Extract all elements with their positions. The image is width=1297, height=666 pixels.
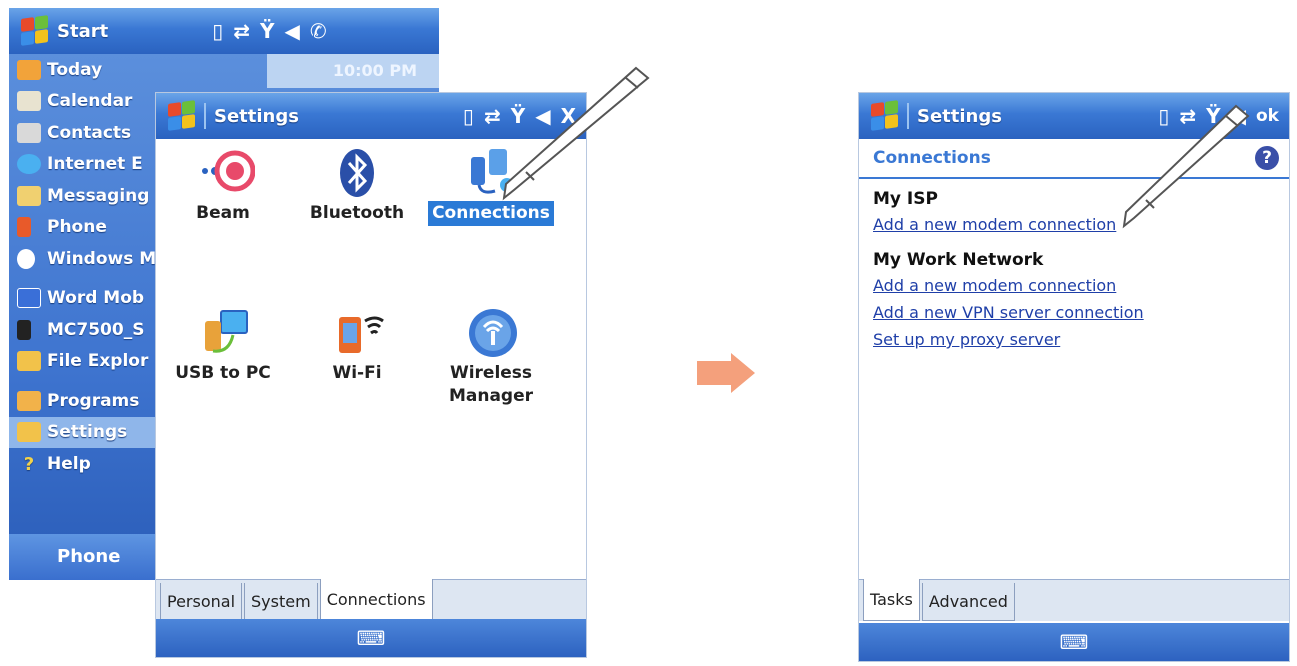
menu-item-word-mobile[interactable]: Word Mob [9,283,159,315]
beam-item[interactable]: Beam [156,147,290,226]
today-icon [17,59,41,80]
windows-media-icon [17,248,35,269]
menu-item-programs[interactable]: Programs [9,385,159,417]
windows-logo-icon[interactable] [19,15,49,46]
menu-item-file-explorer[interactable]: File Explor [9,346,159,378]
windows-logo-icon[interactable] [166,100,196,131]
my-work-network-section: My Work Network Add a new modem connecti… [859,238,1289,353]
help-icon[interactable]: ? [1255,146,1279,170]
tab-bar: Tasks Advanced [859,579,1289,621]
menu-item-contacts[interactable]: Contacts [9,117,159,149]
wireless-manager-label: Wireless Manager [448,363,534,406]
menu-item-label: Word Mob [47,288,145,309]
menu-item-label: Help [47,453,91,474]
menu-item-label: Calendar [47,91,133,112]
menu-item-phone[interactable]: Phone [9,212,159,244]
work-proxy-link[interactable]: Set up my proxy server [873,326,1289,353]
bottom-bar: ⌨ [859,623,1289,661]
beam-label: Beam [196,203,250,223]
start-menu-list: Today Calendar Contacts Internet E Messa… [9,54,159,480]
internet-explorer-icon [17,154,41,175]
bottom-bar: ⌨ [156,619,586,657]
tab-connections[interactable]: Connections [319,579,433,621]
usb-to-pc-icon [199,307,248,355]
menu-item-windows-media[interactable]: Windows M [9,243,159,275]
tab-tasks[interactable]: Tasks [863,579,920,621]
battery-icon[interactable]: ▯ [463,104,474,128]
work-add-vpn-link[interactable]: Add a new VPN server connection [873,299,1289,326]
menu-item-label: Programs [47,390,140,411]
connections-label: Connections [428,201,554,226]
battery-icon[interactable]: ▯ [212,19,223,43]
menu-item-label: Phone [47,217,107,238]
wireless-manager-item[interactable]: Wireless Manager [424,307,558,409]
contacts-icon [17,122,41,143]
connections-heading: Connections [873,148,991,168]
title-divider [204,103,206,129]
menu-item-mc7500[interactable]: MC7500_S [9,314,159,346]
settings-title: Settings [214,105,299,127]
word-mobile-icon [17,288,41,309]
calendar-icon [17,91,41,112]
menu-item-label: Messaging [47,185,150,206]
wireless-manager-icon [467,307,517,357]
start-titlebar: Start ▯ ⇄ Ÿ ◀ ✆ [9,8,439,54]
menu-item-messaging[interactable]: Messaging [9,180,159,212]
folder-icon [17,351,41,372]
phone-icon [17,217,31,238]
bluetooth-item[interactable]: Bluetooth [290,147,424,226]
wifi-icon [333,307,384,355]
keyboard-icon[interactable]: ⌨ [1060,630,1089,654]
menu-item-label: Contacts [47,122,132,143]
menu-item-label: Internet E [47,154,143,175]
menu-item-help[interactable]: ? Help [9,448,159,480]
menu-item-settings[interactable]: Settings [9,416,159,448]
bluetooth-icon [333,147,381,197]
tab-advanced[interactable]: Advanced [921,583,1015,621]
phone-icon[interactable]: ✆ [310,19,327,43]
work-add-modem-link[interactable]: Add a new modem connection [873,272,1289,299]
menu-item-label: Settings [47,422,128,443]
menu-item-label: File Explor [47,351,149,372]
sync-icon[interactable]: ⇄ [233,19,250,43]
usb-to-pc-label: USB to PC [175,363,271,383]
my-work-network-heading: My Work Network [873,250,1044,270]
right-arrow-icon [697,353,755,393]
stylus-icon [1122,104,1250,229]
menu-item-label: MC7500_S [47,319,145,340]
keyboard-icon[interactable]: ⌨ [357,626,386,650]
start-title[interactable]: Start [57,21,108,42]
ok-button[interactable]: ok [1256,106,1279,126]
tab-system[interactable]: System [244,583,318,621]
menu-item-label: Windows M [47,248,157,269]
bluetooth-label: Bluetooth [309,203,405,223]
signal-off-icon[interactable]: Ÿ [260,19,274,43]
title-divider [907,103,909,129]
tab-bar: Personal System Connections [156,579,586,621]
beam-icon [199,147,256,195]
usb-to-pc-item[interactable]: USB to PC [156,307,290,386]
messaging-icon [17,185,41,206]
wifi-label: Wi-Fi [332,363,382,383]
today-time: 10:00 PM [267,54,439,88]
wifi-item[interactable]: Wi-Fi [290,307,424,386]
windows-logo-icon[interactable] [869,100,899,131]
menu-item-today[interactable]: Today [9,54,159,86]
menu-item-label: Today [47,59,103,80]
settings-title: Settings [917,105,1002,127]
status-icons: ▯ ⇄ Ÿ ◀ ✆ [212,19,336,43]
stylus-icon [502,66,650,201]
help-icon: ? [23,453,35,475]
volume-icon[interactable]: ◀ [284,19,299,43]
tab-personal[interactable]: Personal [160,583,243,621]
mc7500-icon [17,319,31,340]
settings-icon [17,422,41,443]
menu-item-internet-explorer[interactable]: Internet E [9,149,159,181]
programs-icon [17,390,41,411]
menu-item-calendar[interactable]: Calendar [9,86,159,118]
